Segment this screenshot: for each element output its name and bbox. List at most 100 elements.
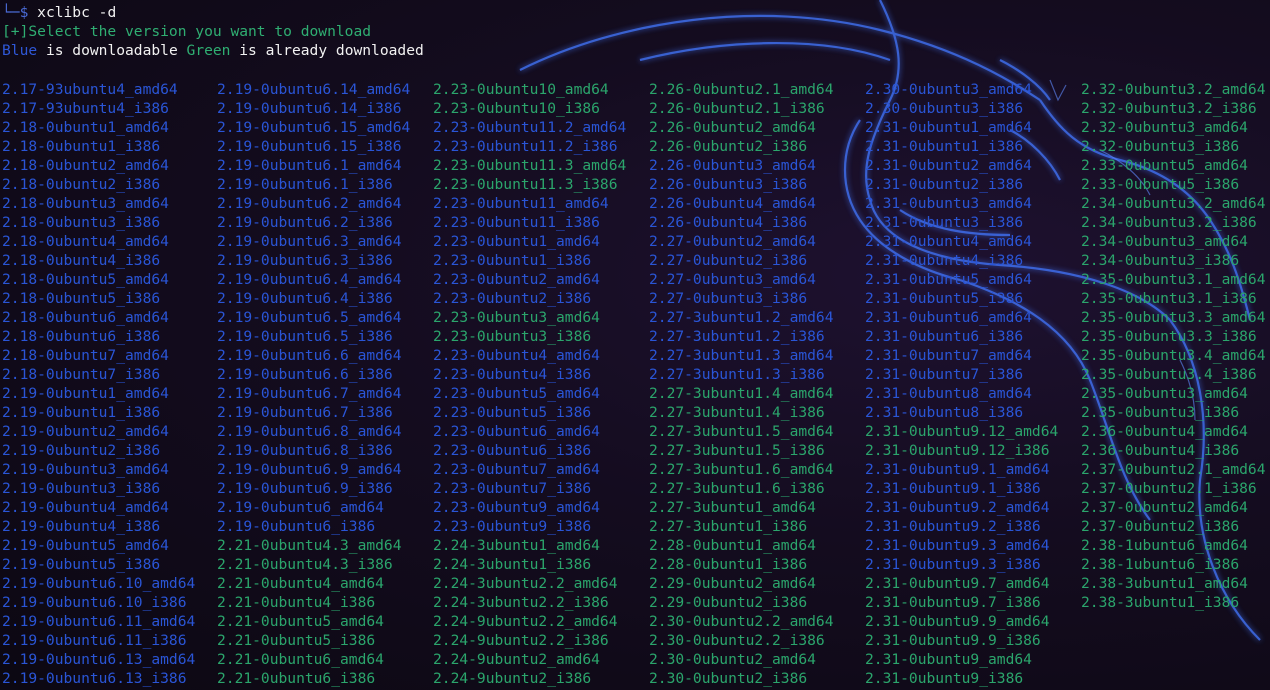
version-item[interactable]: 2.19-0ubuntu6.5_i386	[217, 327, 410, 346]
version-item[interactable]: 2.30-0ubuntu2_i386	[649, 669, 834, 688]
version-item[interactable]: 2.27-3ubuntu1.6_amd64	[649, 460, 834, 479]
version-item[interactable]: 2.27-3ubuntu1.2_i386	[649, 327, 834, 346]
version-item[interactable]: 2.23-0ubuntu10_i386	[433, 99, 626, 118]
version-item[interactable]: 2.31-0ubuntu1_amd64	[865, 118, 1058, 137]
version-item[interactable]: 2.19-0ubuntu6.9_i386	[217, 479, 410, 498]
version-item[interactable]: 2.19-0ubuntu6.6_amd64	[217, 346, 410, 365]
version-item[interactable]: 2.31-0ubuntu9_i386	[865, 669, 1058, 688]
version-item[interactable]: 2.31-0ubuntu9.2_i386	[865, 517, 1058, 536]
version-item[interactable]: 2.26-0ubuntu4_amd64	[649, 194, 834, 213]
version-item[interactable]: 2.19-0ubuntu4_amd64	[2, 498, 195, 517]
version-item[interactable]: 2.19-0ubuntu6.1_i386	[217, 175, 410, 194]
version-item[interactable]: 2.38-1ubuntu6_amd64	[1081, 536, 1266, 555]
version-item[interactable]: 2.35-0ubuntu3.1_amd64	[1081, 270, 1266, 289]
version-item[interactable]: 2.31-0ubuntu9.3_amd64	[865, 536, 1058, 555]
version-item[interactable]: 2.21-0ubuntu4_i386	[217, 593, 410, 612]
version-item[interactable]: 2.19-0ubuntu1_amd64	[2, 384, 195, 403]
version-item[interactable]: 2.30-0ubuntu2_amd64	[649, 650, 834, 669]
version-item[interactable]: 2.24-9ubuntu2_i386	[433, 669, 626, 688]
version-item[interactable]: 2.23-0ubuntu1_amd64	[433, 232, 626, 251]
version-item[interactable]: 2.35-0ubuntu3.3_amd64	[1081, 308, 1266, 327]
version-item[interactable]: 2.21-0ubuntu4.3_i386	[217, 555, 410, 574]
version-item[interactable]: 2.18-0ubuntu4_i386	[2, 251, 195, 270]
version-item[interactable]: 2.18-0ubuntu3_i386	[2, 213, 195, 232]
version-item[interactable]: 2.17-93ubuntu4_amd64	[2, 80, 195, 99]
version-item[interactable]: 2.34-0ubuntu3.2_amd64	[1081, 194, 1266, 213]
version-item[interactable]: 2.27-3ubuntu1.3_i386	[649, 365, 834, 384]
version-item[interactable]: 2.18-0ubuntu2_amd64	[2, 156, 195, 175]
version-item[interactable]: 2.27-3ubuntu1.3_amd64	[649, 346, 834, 365]
version-item[interactable]: 2.38-3ubuntu1_i386	[1081, 593, 1266, 612]
version-item[interactable]: 2.19-0ubuntu5_i386	[2, 555, 195, 574]
version-item[interactable]: 2.24-3ubuntu2.2_amd64	[433, 574, 626, 593]
version-item[interactable]: 2.23-0ubuntu9_i386	[433, 517, 626, 536]
version-item[interactable]: 2.19-0ubuntu2_amd64	[2, 422, 195, 441]
version-item[interactable]: 2.36-0ubuntu4_amd64	[1081, 422, 1266, 441]
version-item[interactable]: 2.31-0ubuntu5_amd64	[865, 270, 1058, 289]
version-item[interactable]: 2.19-0ubuntu3_amd64	[2, 460, 195, 479]
version-item[interactable]: 2.19-0ubuntu6.10_i386	[2, 593, 195, 612]
version-item[interactable]: 2.31-0ubuntu9.7_amd64	[865, 574, 1058, 593]
version-item[interactable]: 2.19-0ubuntu6.14_amd64	[217, 80, 410, 99]
version-item[interactable]: 2.19-0ubuntu5_amd64	[2, 536, 195, 555]
version-item[interactable]: 2.26-0ubuntu4_i386	[649, 213, 834, 232]
version-item[interactable]: 2.24-9ubuntu2.2_amd64	[433, 612, 626, 631]
version-item[interactable]: 2.18-0ubuntu7_amd64	[2, 346, 195, 365]
version-item[interactable]: 2.18-0ubuntu5_amd64	[2, 270, 195, 289]
version-item[interactable]: 2.21-0ubuntu6_i386	[217, 669, 410, 688]
version-item[interactable]: 2.26-0ubuntu2.1_amd64	[649, 80, 834, 99]
version-item[interactable]: 2.28-0ubuntu1_amd64	[649, 536, 834, 555]
version-item[interactable]: 2.35-0ubuntu3_amd64	[1081, 384, 1266, 403]
version-item[interactable]: 2.32-0ubuntu3_amd64	[1081, 118, 1266, 137]
version-item[interactable]: 2.30-0ubuntu2.2_i386	[649, 631, 834, 650]
version-item[interactable]: 2.19-0ubuntu6.4_i386	[217, 289, 410, 308]
version-item[interactable]: 2.19-0ubuntu6.3_i386	[217, 251, 410, 270]
version-item[interactable]: 2.23-0ubuntu4_amd64	[433, 346, 626, 365]
version-item[interactable]: 2.24-3ubuntu1_amd64	[433, 536, 626, 555]
version-item[interactable]: 2.32-0ubuntu3.2_amd64	[1081, 80, 1266, 99]
version-item[interactable]: 2.37-0ubuntu2.1_amd64	[1081, 460, 1266, 479]
version-item[interactable]: 2.23-0ubuntu11.3_amd64	[433, 156, 626, 175]
version-item[interactable]: 2.19-0ubuntu6.8_amd64	[217, 422, 410, 441]
version-item[interactable]: 2.31-0ubuntu5_i386	[865, 289, 1058, 308]
version-item[interactable]: 2.27-3ubuntu1_amd64	[649, 498, 834, 517]
version-item[interactable]: 2.27-0ubuntu3_i386	[649, 289, 834, 308]
version-item[interactable]: 2.19-0ubuntu1_i386	[2, 403, 195, 422]
version-item[interactable]: 2.23-0ubuntu11_amd64	[433, 194, 626, 213]
version-item[interactable]: 2.31-0ubuntu9.9_i386	[865, 631, 1058, 650]
version-item[interactable]: 2.27-3ubuntu1.5_amd64	[649, 422, 834, 441]
version-item[interactable]: 2.26-0ubuntu3_amd64	[649, 156, 834, 175]
version-item[interactable]: 2.18-0ubuntu6_amd64	[2, 308, 195, 327]
version-item[interactable]: 2.35-0ubuntu3.4_i386	[1081, 365, 1266, 384]
version-item[interactable]: 2.26-0ubuntu3_i386	[649, 175, 834, 194]
version-item[interactable]: 2.31-0ubuntu9_amd64	[865, 650, 1058, 669]
version-item[interactable]: 2.23-0ubuntu11.2_amd64	[433, 118, 626, 137]
version-item[interactable]: 2.19-0ubuntu6.8_i386	[217, 441, 410, 460]
version-item[interactable]: 2.31-0ubuntu4_amd64	[865, 232, 1058, 251]
version-item[interactable]: 2.31-0ubuntu9.1_i386	[865, 479, 1058, 498]
version-item[interactable]: 2.31-0ubuntu2_i386	[865, 175, 1058, 194]
version-item[interactable]: 2.31-0ubuntu9.12_amd64	[865, 422, 1058, 441]
version-item[interactable]: 2.23-0ubuntu3_i386	[433, 327, 626, 346]
version-item[interactable]: 2.23-0ubuntu2_amd64	[433, 270, 626, 289]
version-item[interactable]: 2.23-0ubuntu5_amd64	[433, 384, 626, 403]
version-item[interactable]: 2.38-1ubuntu6_i386	[1081, 555, 1266, 574]
version-item[interactable]: 2.27-3ubuntu1.4_i386	[649, 403, 834, 422]
version-item[interactable]: 2.31-0ubuntu6_amd64	[865, 308, 1058, 327]
version-item[interactable]: 2.18-0ubuntu1_i386	[2, 137, 195, 156]
version-item[interactable]: 2.19-0ubuntu6.13_i386	[2, 669, 195, 688]
version-item[interactable]: 2.23-0ubuntu2_i386	[433, 289, 626, 308]
version-item[interactable]: 2.19-0ubuntu6.3_amd64	[217, 232, 410, 251]
version-item[interactable]: 2.31-0ubuntu7_i386	[865, 365, 1058, 384]
version-item[interactable]: 2.19-0ubuntu6.11_i386	[2, 631, 195, 650]
version-item[interactable]: 2.32-0ubuntu3.2_i386	[1081, 99, 1266, 118]
version-item[interactable]: 2.18-0ubuntu4_amd64	[2, 232, 195, 251]
version-item[interactable]: 2.19-0ubuntu2_i386	[2, 441, 195, 460]
version-item[interactable]: 2.19-0ubuntu6.6_i386	[217, 365, 410, 384]
version-item[interactable]: 2.19-0ubuntu6.15_i386	[217, 137, 410, 156]
version-item[interactable]: 2.38-3ubuntu1_amd64	[1081, 574, 1266, 593]
version-item[interactable]: 2.23-0ubuntu11.2_i386	[433, 137, 626, 156]
version-item[interactable]: 2.24-3ubuntu1_i386	[433, 555, 626, 574]
version-item[interactable]: 2.23-0ubuntu9_amd64	[433, 498, 626, 517]
version-item[interactable]: 2.27-3ubuntu1.4_amd64	[649, 384, 834, 403]
